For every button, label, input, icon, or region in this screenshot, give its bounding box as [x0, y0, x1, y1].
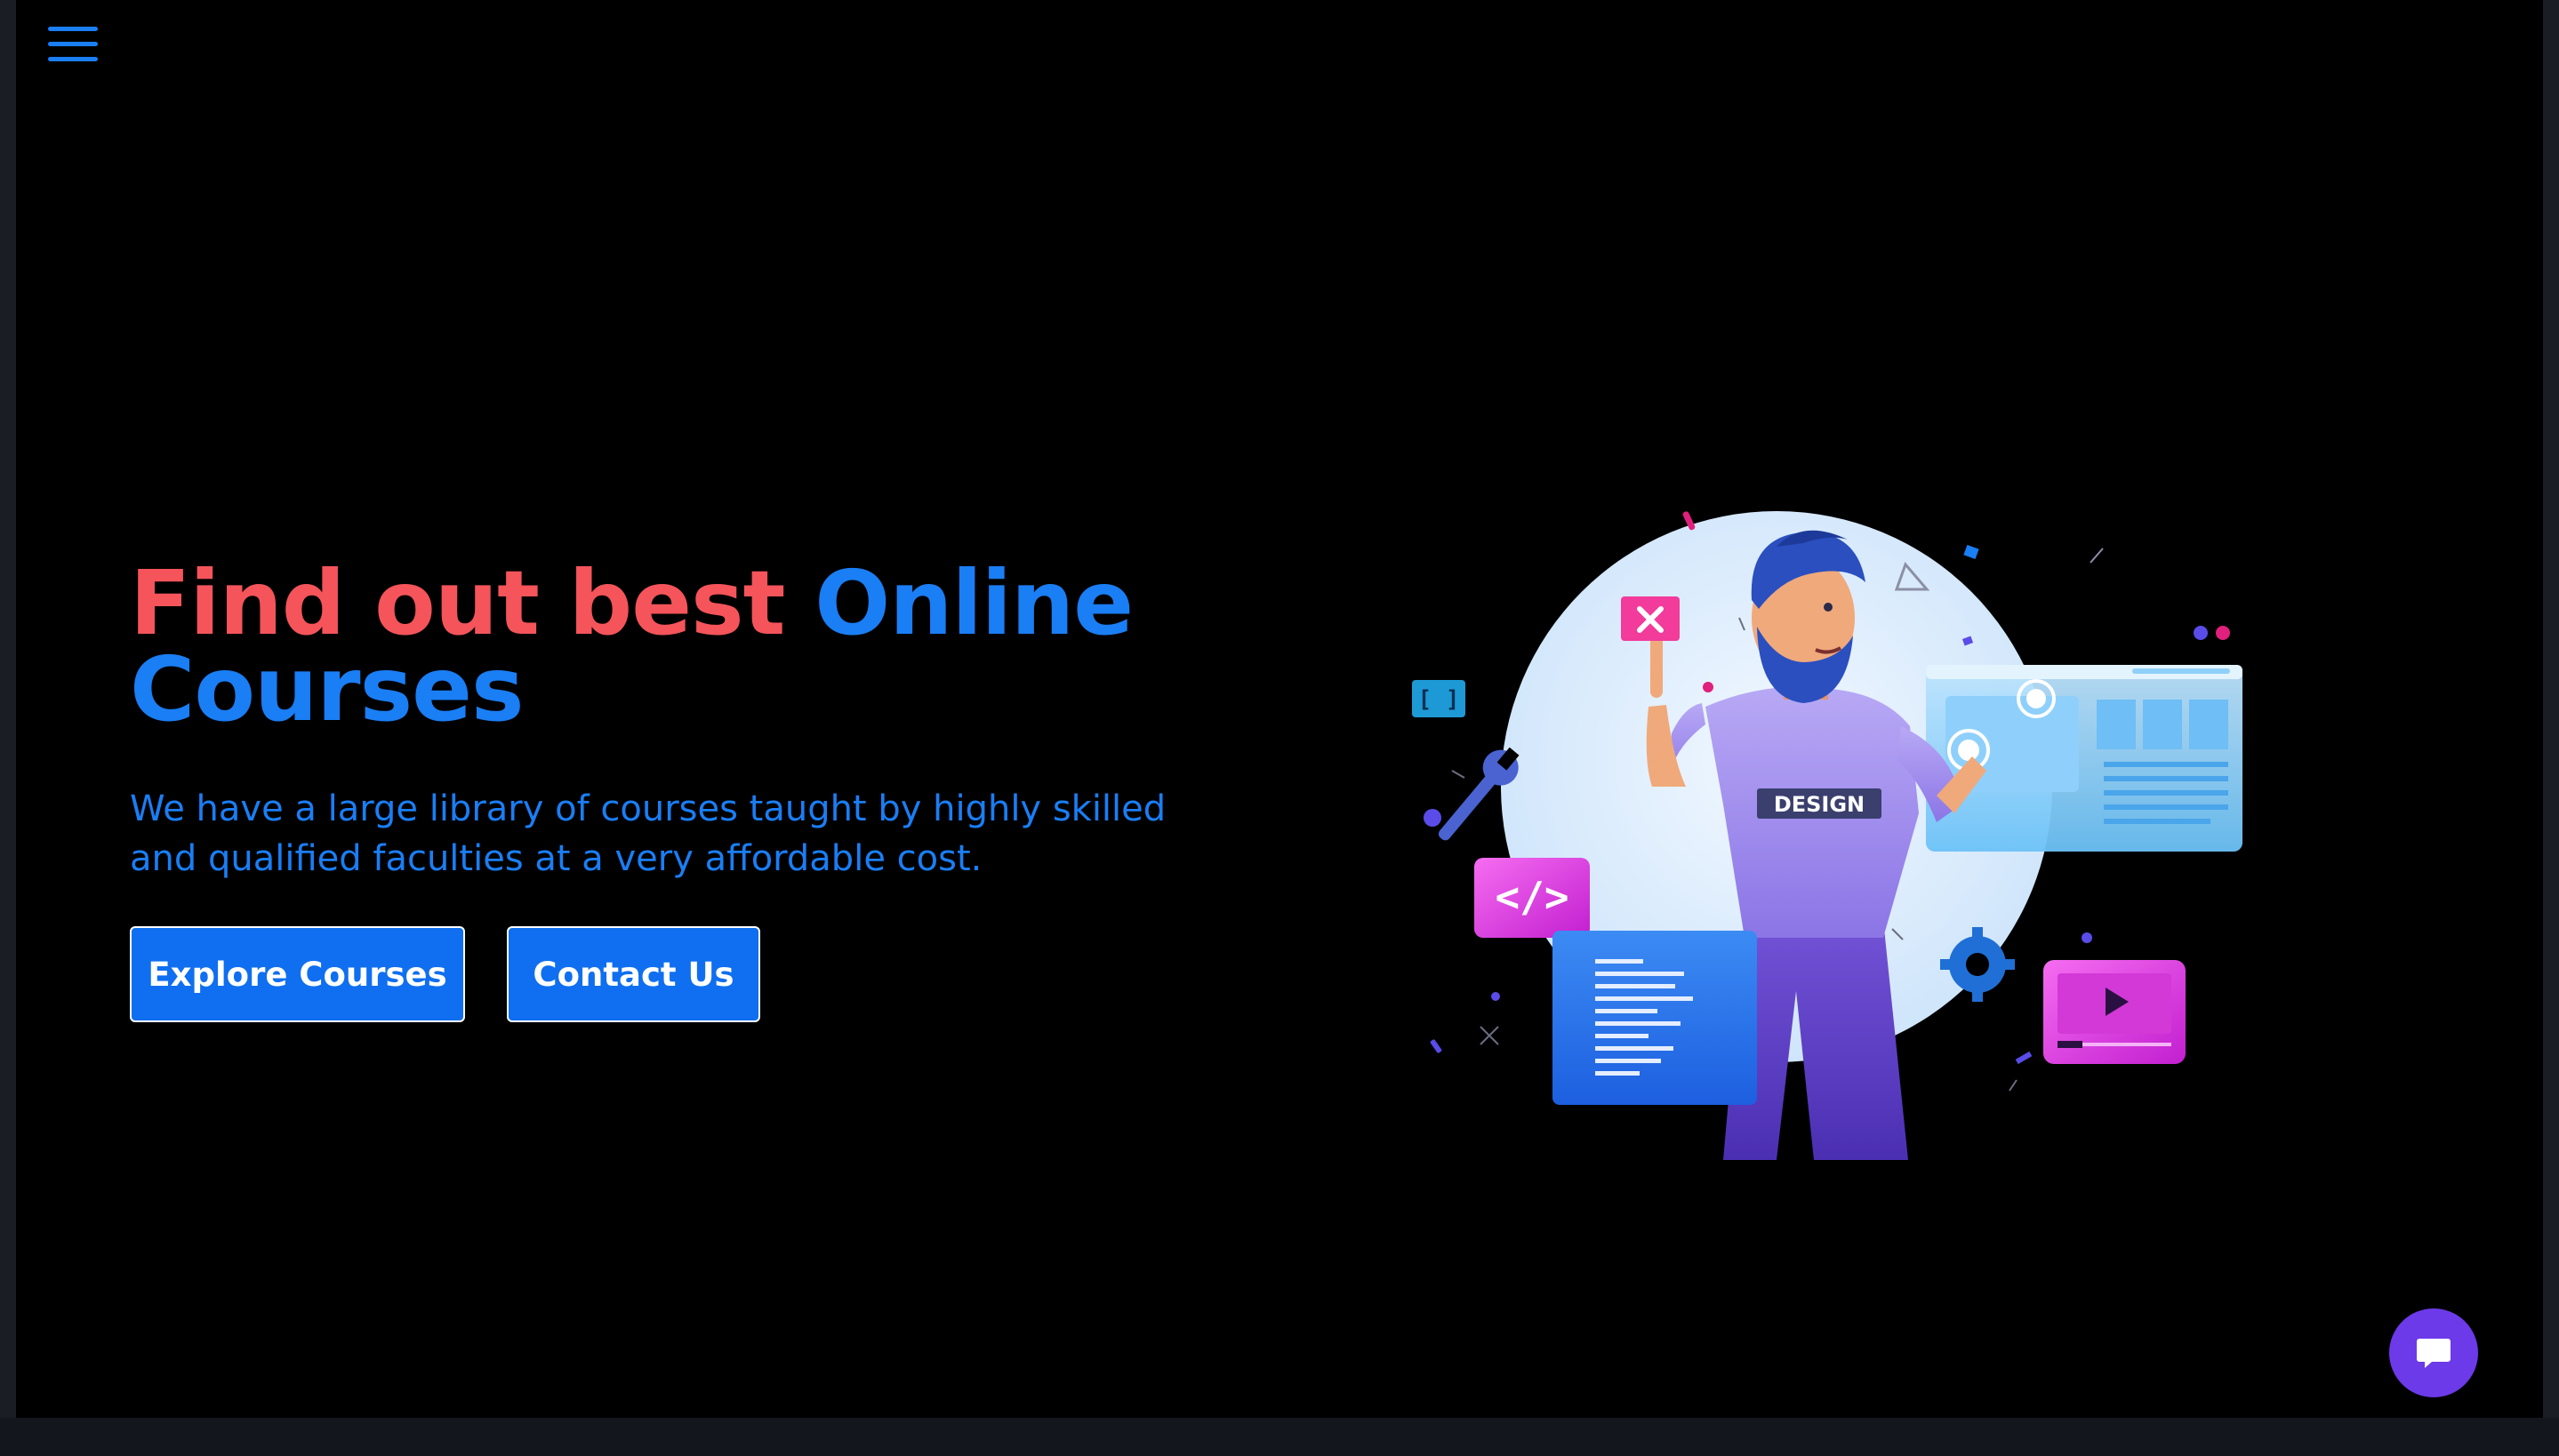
explore-courses-button[interactable]: Explore Courses	[130, 926, 465, 1022]
hero-title: Find out best Online Courses	[130, 559, 1286, 734]
window-left-edge	[0, 0, 16, 1456]
chat-launcher-button[interactable]	[2389, 1308, 2478, 1397]
hamburger-menu-icon[interactable]	[48, 25, 98, 64]
window-right-edge	[2543, 0, 2559, 1456]
hero-illustration: [ ] DESIGN </>	[1412, 511, 2242, 1160]
design-badge: DESIGN	[1774, 792, 1865, 817]
hero-title-part3: Courses	[130, 637, 524, 741]
svg-text:[ ]: [ ]	[1418, 686, 1460, 713]
hero-title-part2: Online	[814, 551, 1134, 655]
chat-bubble-icon	[2417, 1339, 2451, 1368]
window-bottom-edge	[0, 1418, 2559, 1456]
code-document-graphic	[1552, 931, 1757, 1105]
video-player-graphic	[2043, 960, 2186, 1064]
hero-subtitle: We have a large library of courses taugh…	[130, 788, 1167, 879]
svg-text:</>: </>	[1495, 873, 1568, 921]
page-viewport: Find out best Online Courses We have a la…	[16, 0, 2559, 1418]
contact-us-button[interactable]: Contact Us	[507, 926, 760, 1022]
